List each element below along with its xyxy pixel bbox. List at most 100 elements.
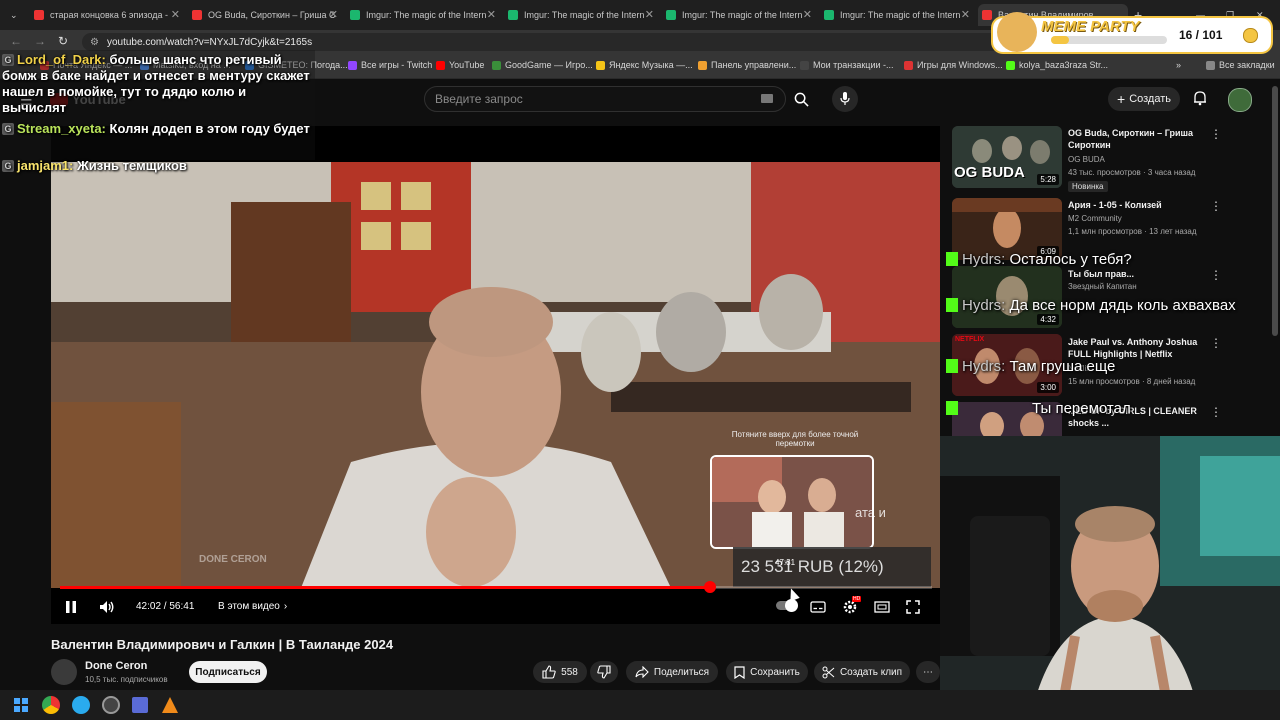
more-options-icon[interactable]: ⋮ (1210, 127, 1222, 141)
avatar[interactable] (1228, 88, 1252, 112)
folder-icon (1206, 60, 1215, 70)
channel-avatar[interactable] (51, 659, 77, 685)
recommended-thumbnail[interactable]: OG BUDA 5:28 (952, 126, 1062, 188)
obs-icon[interactable] (102, 696, 120, 714)
pause-button[interactable] (65, 600, 77, 614)
browser-tab[interactable]: Imgur: The magic of the Intern ✕ (820, 4, 970, 26)
like-button[interactable]: 558 (533, 661, 587, 683)
more-actions-button[interactable]: ⋯ (916, 661, 940, 683)
chapters-button[interactable]: В этом видео › (218, 601, 287, 612)
subtitles-button[interactable] (810, 601, 826, 613)
vlc-icon[interactable] (162, 697, 178, 713)
page-scrollbar[interactable] (1272, 86, 1278, 336)
all-bookmarks-button[interactable]: Все закладки (1206, 60, 1275, 70)
close-tab-icon[interactable]: ✕ (487, 8, 496, 21)
recommended-title[interactable]: Ты был прав... (1068, 268, 1208, 280)
meme-party-label: MEME PARTY (1041, 18, 1140, 35)
recommended-title[interactable]: Ария - 1-05 - Колизей (1068, 199, 1208, 211)
share-icon (635, 666, 649, 678)
search-input[interactable]: Введите запрос (424, 86, 786, 112)
address-bar[interactable]: ⚙ youtube.com/watch?v=NYxJL7dCyjk&t=2165… (82, 33, 1002, 51)
settings-button[interactable]: HD (842, 596, 862, 615)
chevron-right-icon: › (283, 601, 288, 612)
bookmark-icon (734, 665, 745, 679)
reload-icon[interactable]: ↻ (58, 34, 68, 48)
browser-tab[interactable]: OG Buda, Сироткин – Гриша С ✕ (188, 4, 338, 26)
close-tab-icon[interactable]: ✕ (803, 8, 812, 21)
autoplay-toggle[interactable] (776, 599, 798, 612)
browser-tab[interactable]: Imgur: The magic of the Intern ✕ (662, 4, 812, 26)
tab-search-button[interactable]: ⌄ (6, 4, 24, 26)
more-options-icon[interactable]: ⋮ (1210, 336, 1222, 350)
search-button[interactable] (786, 86, 816, 112)
bookmark-item[interactable]: YouTube (436, 60, 484, 70)
clip-button[interactable]: Создать клип (814, 661, 910, 683)
thumbs-down-icon (597, 665, 611, 679)
donation-goal: 23 531 RUB (12%) (733, 547, 931, 587)
keyboard-icon[interactable] (761, 94, 773, 103)
close-tab-icon[interactable]: ✕ (961, 8, 970, 21)
recommended-channel[interactable]: OG BUDA (1068, 155, 1105, 164)
close-tab-icon[interactable]: ✕ (645, 8, 654, 21)
browser-tab[interactable]: старая концовка 6 эпизода - ✕ (30, 4, 180, 26)
volume-button[interactable] (99, 600, 115, 614)
more-options-icon[interactable]: ⋮ (1210, 405, 1222, 419)
forward-icon[interactable]: → (34, 34, 46, 48)
bookmark-item[interactable]: Игры для Windows... (904, 60, 1003, 70)
recommended-title[interactable]: Jake Paul vs. Anthony Joshua FULL Highli… (1068, 336, 1208, 360)
tab-label: Imgur: The magic of the Intern (682, 10, 803, 20)
voice-search-button[interactable] (832, 86, 858, 112)
twitch-icon (348, 60, 357, 70)
bookmarks-overflow-icon[interactable]: » (1176, 60, 1181, 70)
chat-text: Колян додеп в этом году будет (109, 121, 310, 136)
recommended-title[interactable]: OG Buda, Сироткин – Гриша Сироткин (1068, 127, 1208, 151)
chrome-icon[interactable] (42, 696, 60, 714)
browser-tab[interactable]: Imgur: The magic of the Intern ✕ (504, 4, 654, 26)
recommended-channel[interactable]: M2 Community (1068, 214, 1122, 223)
bookmark-icon (800, 60, 809, 70)
fullscreen-button[interactable] (906, 600, 920, 614)
site-info-icon[interactable]: ⚙ (90, 37, 99, 48)
bookmark-label: Панель управлени... (711, 60, 797, 70)
close-tab-icon[interactable]: ✕ (171, 8, 180, 21)
bookmark-item[interactable]: GoodGame — Игро... (492, 60, 593, 70)
imgur-favicon-icon (350, 10, 360, 20)
bookmark-label: Все игры - Twitch (361, 60, 433, 70)
windows-start-icon[interactable] (14, 698, 28, 712)
create-button[interactable]: + Создать (1108, 87, 1180, 111)
bookmark-icon (596, 60, 605, 70)
telegram-icon[interactable] (72, 696, 90, 714)
progress-scrubber[interactable] (704, 581, 716, 593)
bookmark-item[interactable]: kolya_baza3raza Str... (1006, 60, 1108, 70)
dislike-button[interactable] (590, 661, 618, 683)
kick-chat-message: Hydrs: Там груша еще (946, 358, 1115, 375)
youtube-favicon-icon (192, 10, 202, 20)
close-tab-icon[interactable]: ✕ (329, 8, 338, 21)
browser-tab[interactable]: Imgur: The magic of the Intern ✕ (346, 4, 496, 26)
bookmark-item[interactable]: Панель управлени... (698, 60, 796, 70)
save-button[interactable]: Сохранить (726, 661, 808, 683)
back-icon[interactable]: ← (10, 34, 22, 48)
youtube-icon (436, 60, 445, 70)
bookmark-item[interactable]: Мои транзакции -... (800, 60, 894, 70)
notifications-button[interactable] (1192, 90, 1208, 111)
theater-mode-button[interactable] (874, 601, 890, 613)
recommended-channel[interactable]: Звездный Капитан (1068, 282, 1137, 291)
share-button[interactable]: Поделиться (626, 661, 718, 683)
chat-username: Lord_of_Dark: (17, 52, 106, 67)
meme-party-widget: MEME PARTY 16 / 101 (993, 12, 1271, 52)
meme-progress-count: 16 / 101 (1179, 28, 1223, 42)
clip-label: Создать клип (839, 666, 903, 678)
bookmark-item[interactable]: Все игры - Twitch (348, 60, 432, 70)
bookmark-item[interactable]: Яндекс Музыка —... (596, 60, 693, 70)
netflix-logo-icon: NETFLIX (955, 336, 985, 343)
youtube-favicon-icon (34, 10, 44, 20)
more-options-icon[interactable]: ⋮ (1210, 199, 1222, 213)
channel-name[interactable]: Done Ceron (85, 660, 147, 672)
save-disk-icon[interactable] (132, 697, 148, 713)
kick-badge-icon (946, 298, 958, 312)
more-options-icon[interactable]: ⋮ (1210, 268, 1222, 282)
subscribe-button[interactable]: Подписаться (189, 661, 267, 683)
taskbar (0, 690, 1280, 720)
kick-chat-text: Осталось у тебя? (1009, 251, 1132, 268)
